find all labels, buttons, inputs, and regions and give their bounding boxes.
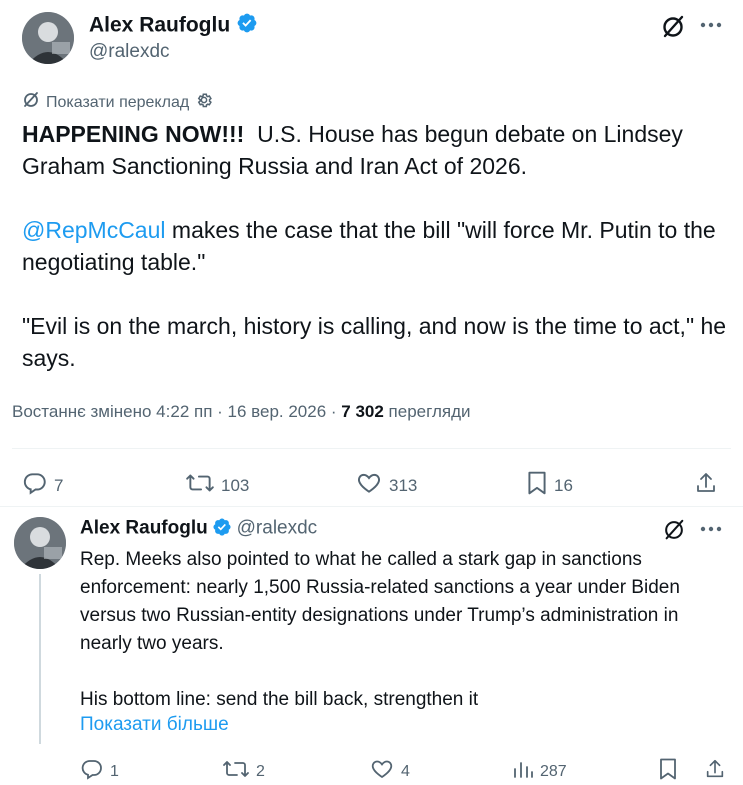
reply-text: Rep. Meeks also pointed to what he calle… bbox=[80, 546, 730, 714]
share-button[interactable] bbox=[694, 470, 718, 501]
reply-author-avatar[interactable] bbox=[14, 517, 66, 569]
share-icon bbox=[694, 470, 718, 501]
thread-line bbox=[39, 574, 41, 744]
reply-views-count: 287 bbox=[540, 762, 567, 780]
author-avatar[interactable] bbox=[22, 12, 74, 64]
divider bbox=[12, 448, 731, 449]
repost-button[interactable]: 103 bbox=[185, 470, 249, 501]
divider bbox=[0, 506, 743, 507]
reply-count: 7 bbox=[54, 475, 64, 495]
tweet-timestamp[interactable]: Востаннє змінено 4:22 пп · 16 вер. 2026 … bbox=[12, 402, 341, 421]
reply-bookmark-button[interactable] bbox=[658, 757, 678, 785]
reply-like-button[interactable]: 4 bbox=[369, 757, 410, 785]
tweet-headline: HAPPENING NOW!!! bbox=[22, 121, 245, 147]
translation-settings-gear-icon[interactable] bbox=[195, 91, 213, 114]
translate-label[interactable]: Показати переклад bbox=[46, 94, 189, 112]
tweet-meta: Востаннє змінено 4:22 пп · 16 вер. 2026 … bbox=[12, 402, 471, 422]
verified-badge-icon bbox=[236, 12, 258, 40]
reply-reply-count: 1 bbox=[110, 762, 119, 780]
reply-bookmark-icon bbox=[658, 757, 678, 785]
heart-icon bbox=[355, 470, 383, 501]
author-handle[interactable]: @ralexdc bbox=[89, 41, 170, 63]
repost-count: 103 bbox=[221, 475, 250, 495]
repost-icon bbox=[185, 470, 215, 501]
mention-link[interactable]: @RepMcCaul bbox=[22, 217, 166, 243]
grok-icon[interactable] bbox=[660, 14, 686, 40]
reply-header: Alex Raufoglu @ralexdc bbox=[80, 517, 317, 542]
tweet-paragraph-2: @RepMcCaul makes the case that the bill … bbox=[22, 214, 727, 278]
like-button[interactable]: 313 bbox=[355, 470, 417, 501]
reply-repost-icon bbox=[222, 757, 250, 785]
reply-button[interactable]: 7 bbox=[22, 470, 63, 501]
like-count: 313 bbox=[389, 475, 418, 495]
reply-heart-icon bbox=[369, 757, 395, 785]
reply-grok-icon[interactable] bbox=[662, 518, 686, 542]
author-name-text[interactable]: Alex Raufoglu bbox=[89, 14, 230, 37]
tweet-paragraph-3: "Evil is on the march, history is callin… bbox=[22, 313, 727, 371]
reply-views-button[interactable]: 287 bbox=[512, 757, 567, 785]
tweet-text: HAPPENING NOW!!! U.S. House has begun de… bbox=[22, 118, 727, 374]
reply-author-name[interactable]: Alex Raufoglu bbox=[80, 518, 208, 539]
bookmark-icon bbox=[526, 470, 548, 501]
tweet-paragraph-1: HAPPENING NOW!!! U.S. House has begun de… bbox=[22, 118, 727, 182]
reply-more-options-icon[interactable] bbox=[700, 526, 722, 532]
author-name[interactable]: Alex Raufoglu bbox=[89, 12, 258, 40]
reply-icon bbox=[22, 470, 48, 501]
reply-reply-button[interactable]: 1 bbox=[80, 757, 119, 785]
show-translation-link[interactable]: Показати переклад bbox=[22, 91, 213, 114]
views-chart-icon bbox=[512, 757, 534, 785]
translate-grok-icon bbox=[22, 91, 40, 114]
reply-repost-count: 2 bbox=[256, 762, 265, 780]
bookmark-button[interactable]: 16 bbox=[526, 470, 573, 501]
views-label: перегляди bbox=[383, 402, 471, 421]
reply-share-icon bbox=[704, 757, 726, 785]
more-options-icon[interactable] bbox=[700, 22, 722, 28]
reply-verified-badge-icon bbox=[212, 517, 232, 542]
reply-author-handle[interactable]: @ralexdc bbox=[237, 518, 318, 539]
reply-reply-icon bbox=[80, 757, 104, 785]
bookmark-count: 16 bbox=[554, 475, 573, 495]
reply-repost-button[interactable]: 2 bbox=[222, 757, 265, 785]
views-count: 7 302 bbox=[341, 402, 384, 421]
reply-paragraph-2: His bottom line: send the bill back, str… bbox=[80, 689, 479, 710]
show-more-link[interactable]: Показати більше bbox=[80, 714, 229, 736]
reply-paragraph-1: Rep. Meeks also pointed to what he calle… bbox=[80, 549, 680, 654]
reply-like-count: 4 bbox=[401, 762, 410, 780]
reply-share-button[interactable] bbox=[704, 757, 726, 785]
